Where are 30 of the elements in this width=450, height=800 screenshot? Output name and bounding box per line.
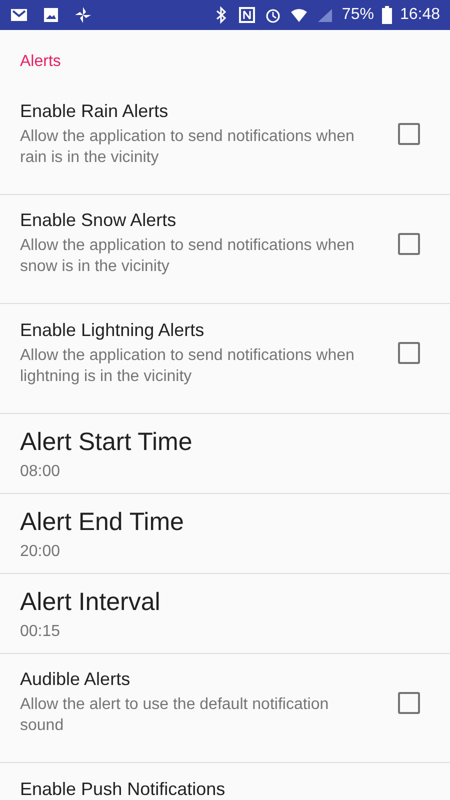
preference-summary: Allow the application to send notifications when rain is in the vicinity <box>20 126 356 168</box>
checkbox[interactable] <box>398 232 420 255</box>
preference-summary: Allow the alert to use the default notification sound <box>20 695 330 736</box>
preference-summary: Allow the application to send notifications when lightning is in the vicinity <box>20 346 356 387</box>
preference-value: 08:00 <box>20 462 62 480</box>
image-icon <box>42 6 60 24</box>
preference-value: 20:00 <box>20 542 62 560</box>
clock-time: 16:48 <box>400 6 440 24</box>
preference-title: Alert Interval <box>20 588 162 616</box>
checkbox[interactable] <box>398 692 420 714</box>
alarm-icon <box>264 6 282 24</box>
preference-value: 00:15 <box>20 622 62 640</box>
nfc-icon <box>238 6 256 24</box>
preference-title: Enable Snow Alerts <box>20 210 178 232</box>
section-header: Alerts <box>19 52 62 72</box>
battery-icon <box>382 6 392 24</box>
preference-title: Alert Start Time <box>20 428 194 456</box>
battery-percentage: 75% <box>342 6 374 24</box>
preference-title: Enable Lightning Alerts <box>20 320 206 341</box>
preference-summary: Allow the application to send notifications when snow is in the vicinity <box>20 236 356 278</box>
mail-icon <box>10 6 28 24</box>
checkbox[interactable] <box>398 342 420 364</box>
preference-title: Audible Alerts <box>20 669 132 690</box>
preference-title: Alert End Time <box>20 508 185 536</box>
wifi-icon <box>290 6 308 24</box>
checkbox[interactable] <box>398 123 420 146</box>
preference-title: Enable Push Notifications <box>20 779 226 799</box>
signal-icon <box>316 6 334 24</box>
preference-title: Enable Rain Alerts <box>20 100 170 122</box>
pinwheel-icon <box>74 6 92 24</box>
